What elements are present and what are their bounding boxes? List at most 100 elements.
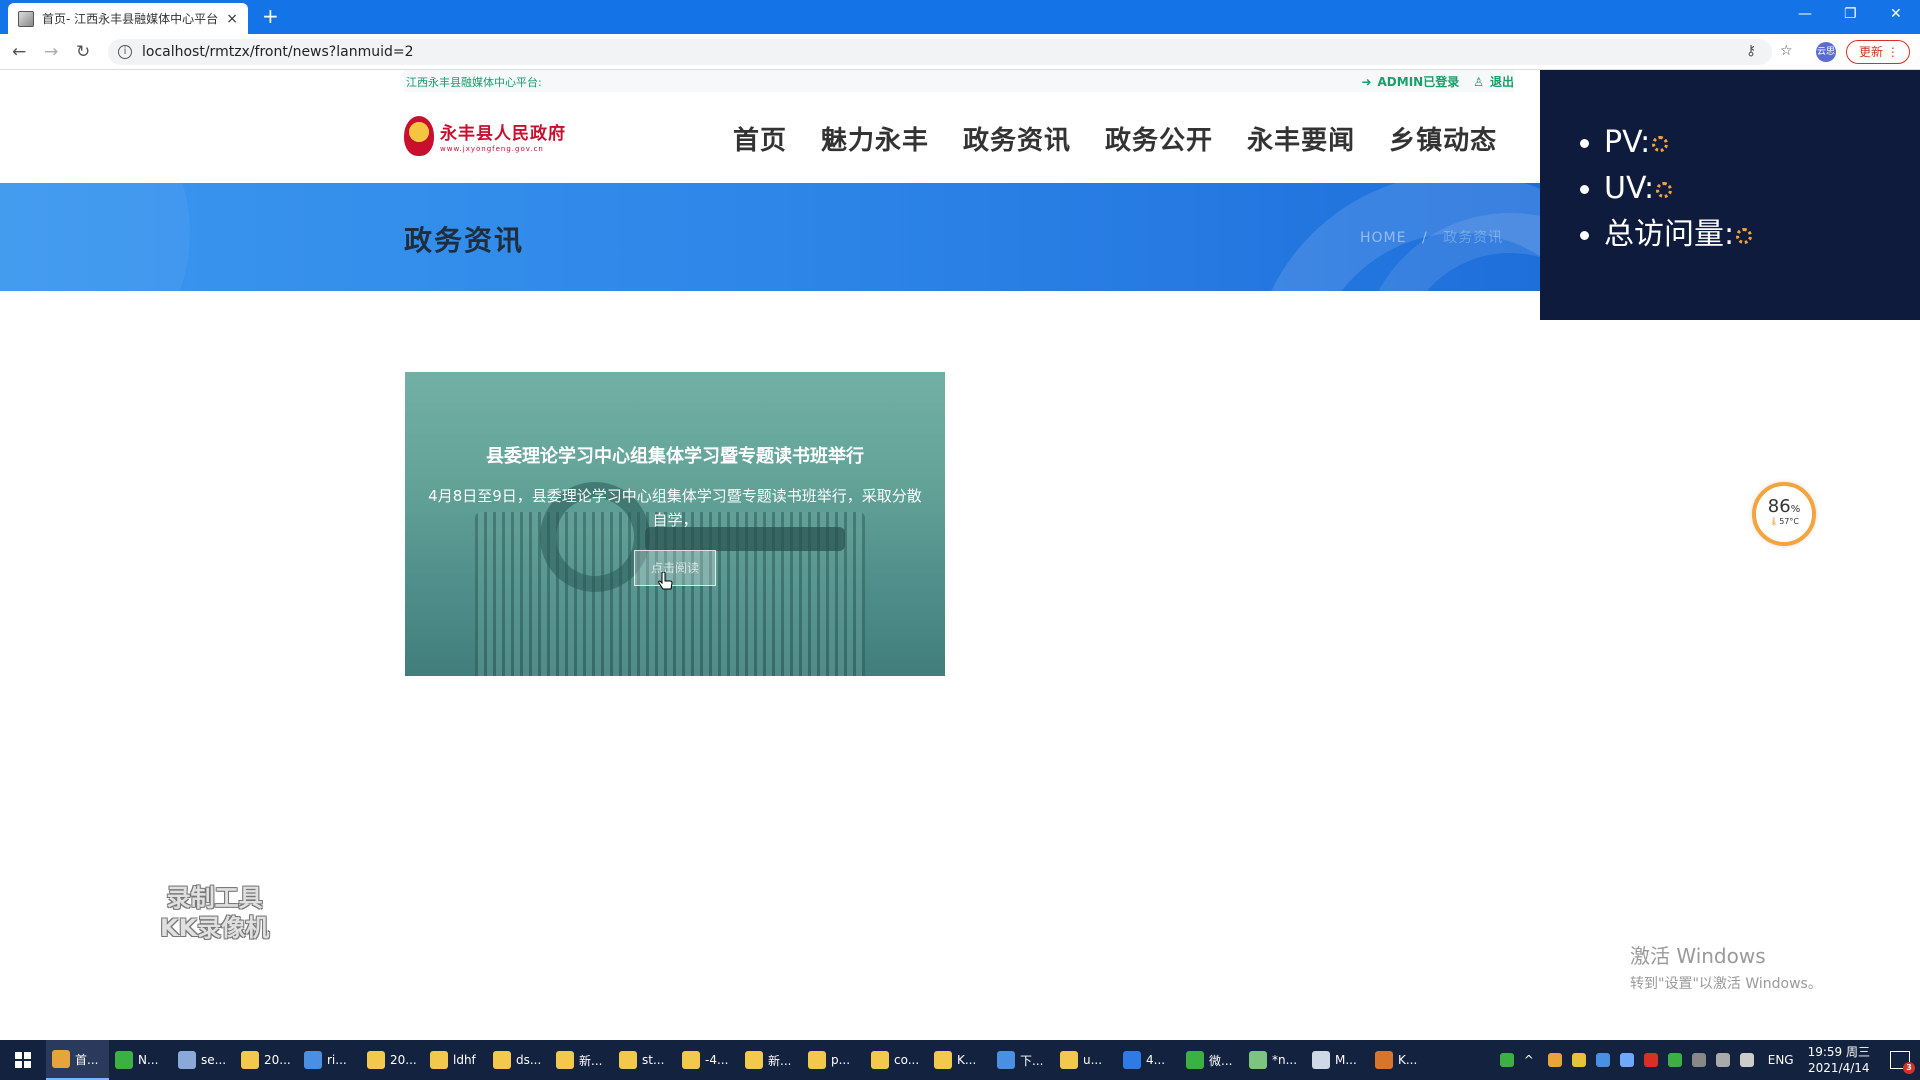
taskbar-item[interactable]: ri... bbox=[298, 1040, 361, 1080]
taskbar-item[interactable]: 微... bbox=[1180, 1040, 1243, 1080]
taskbar-item[interactable]: co... bbox=[865, 1040, 928, 1080]
url-text: localhost/rmtzx/front/news?lanmuid=2 bbox=[142, 44, 414, 60]
section-banner: 政务资讯 HOME / 政务资讯 bbox=[0, 183, 1540, 291]
taskbar-item[interactable]: u... bbox=[1054, 1040, 1117, 1080]
battery-icon[interactable] bbox=[1499, 1053, 1514, 1067]
news-summary: 4月8日至9日，县委理论学习中心组集体学习暨专题读书班举行，采取分散自学， bbox=[428, 487, 922, 529]
breadcrumb-home[interactable]: HOME bbox=[1360, 230, 1406, 246]
taskbar-item[interactable]: 4... bbox=[1117, 1040, 1180, 1080]
notification-center-icon[interactable]: 3 bbox=[1890, 1051, 1915, 1074]
close-tab-icon[interactable]: × bbox=[226, 11, 238, 27]
taskbar-item[interactable]: *n... bbox=[1243, 1040, 1306, 1080]
nav-item-home[interactable]: 首页 bbox=[733, 120, 787, 157]
taskbar-item[interactable]: 新... bbox=[739, 1040, 802, 1080]
site-info-icon[interactable]: i bbox=[118, 45, 132, 59]
tray-app-icon[interactable] bbox=[1547, 1053, 1562, 1067]
update-button[interactable]: 更新 ⋮ bbox=[1846, 40, 1910, 64]
new-tab-button[interactable]: + bbox=[262, 6, 279, 26]
taskbar-item-label: p... bbox=[831, 1053, 851, 1067]
loading-spinner-icon bbox=[1736, 227, 1753, 244]
page-favicon-icon bbox=[18, 10, 34, 27]
nav-item-gov-public[interactable]: 政务公开 bbox=[1105, 120, 1213, 157]
folder-icon bbox=[808, 1051, 826, 1069]
nav-item-township[interactable]: 乡镇动态 bbox=[1389, 120, 1497, 157]
nav-item-gov-news[interactable]: 政务资讯 bbox=[963, 120, 1071, 157]
clock-time: 19:59 周三 bbox=[1807, 1045, 1870, 1059]
taskbar-item[interactable]: ldhf bbox=[424, 1040, 487, 1080]
nav-item-charm[interactable]: 魅力永丰 bbox=[821, 120, 929, 157]
taskbar-item[interactable]: se... bbox=[172, 1040, 235, 1080]
network-icon[interactable] bbox=[1691, 1053, 1706, 1067]
browser-tab[interactable]: 首页- 江西永丰县融媒体中心平台 × bbox=[8, 3, 248, 34]
taskbar-item[interactable]: ds... bbox=[487, 1040, 550, 1080]
chevron-up-icon[interactable]: ^ bbox=[1524, 1053, 1538, 1067]
nav-item-headlines[interactable]: 永丰要闻 bbox=[1247, 120, 1355, 157]
forward-icon[interactable]: → bbox=[44, 42, 58, 62]
taskbar-item[interactable]: p... bbox=[802, 1040, 865, 1080]
vs-icon bbox=[1123, 1051, 1141, 1069]
breadcrumb-current: 政务资讯 bbox=[1443, 230, 1504, 246]
input-language[interactable]: ENG bbox=[1768, 1053, 1794, 1067]
bookmark-star-icon[interactable]: ☆ bbox=[1780, 43, 1793, 59]
taskbar-item[interactable]: N... bbox=[109, 1040, 172, 1080]
taskbar-item-label: se... bbox=[201, 1053, 227, 1067]
taskbar-item[interactable]: -4... bbox=[676, 1040, 739, 1080]
taskbar-item-label: 下... bbox=[1020, 1053, 1044, 1068]
folder-icon bbox=[871, 1051, 889, 1069]
tray-app-icon[interactable] bbox=[1595, 1053, 1610, 1067]
taskbar-item-label: 4... bbox=[1146, 1053, 1166, 1067]
taskbar-item-label: co... bbox=[894, 1053, 920, 1067]
taskbar-item[interactable]: 首... bbox=[46, 1040, 109, 1080]
platform-text: 江西永丰县融媒体中心平台: bbox=[406, 76, 542, 89]
taskbar-item[interactable]: K... bbox=[928, 1040, 991, 1080]
taskbar-item[interactable]: st... bbox=[613, 1040, 676, 1080]
windows-logo-icon bbox=[15, 1052, 31, 1068]
taskbar-item[interactable]: 下... bbox=[991, 1040, 1054, 1080]
logo-subtitle: www.jxyongfeng.gov.cn bbox=[440, 145, 544, 153]
breadcrumb: HOME / 政务资讯 bbox=[1360, 227, 1503, 247]
site-logo[interactable]: 永丰县人民政府 www.jxyongfeng.gov.cn bbox=[404, 116, 566, 156]
start-button[interactable] bbox=[0, 1040, 46, 1080]
taskbar-item-label: 新... bbox=[579, 1053, 603, 1068]
taskbar-item-label: K... bbox=[957, 1053, 977, 1067]
cpu-usage-widget[interactable]: 86% 🌡57°C bbox=[1752, 482, 1816, 546]
total-visits-stat: 总访问量: bbox=[1579, 212, 1753, 258]
taskbar-item[interactable]: K... bbox=[1369, 1040, 1432, 1080]
login-info: ➜ ADMIN已登录 ♙ 退出 bbox=[1361, 73, 1514, 90]
login-icon: ➜ bbox=[1361, 75, 1372, 89]
restore-icon[interactable]: ❐ bbox=[1844, 6, 1857, 22]
clock[interactable]: 19:59 周三 2021/4/14 bbox=[1808, 1044, 1870, 1076]
tray-app-icon[interactable] bbox=[1571, 1053, 1586, 1067]
tray-app-icon[interactable] bbox=[1619, 1053, 1634, 1067]
taskbar-item-label: st... bbox=[642, 1053, 665, 1067]
wechat-tray-icon[interactable] bbox=[1667, 1053, 1682, 1067]
read-more-button[interactable]: 点击阅读 bbox=[634, 550, 716, 586]
wechat-icon bbox=[1186, 1051, 1204, 1069]
cpu-percent: 86 bbox=[1767, 496, 1791, 517]
taskbar-item[interactable]: 新... bbox=[550, 1040, 613, 1080]
news-card[interactable]: 县委理论学习中心组集体学习暨专题读书班举行 4月8日至9日，县委理论学习中心组集… bbox=[405, 372, 945, 676]
pv-stat: PV: bbox=[1579, 120, 1752, 166]
back-icon[interactable]: ← bbox=[12, 42, 26, 62]
taskbar-item[interactable]: 20... bbox=[235, 1040, 298, 1080]
logout-link[interactable]: ♙ 退出 bbox=[1473, 73, 1514, 90]
address-bar[interactable]: i localhost/rmtzx/front/news?lanmuid=2 bbox=[108, 39, 1772, 65]
close-window-icon[interactable]: ✕ bbox=[1890, 6, 1902, 22]
taskbar-item-label: *n... bbox=[1272, 1053, 1298, 1067]
thermometer-icon: 🌡 bbox=[1769, 517, 1780, 526]
taskbar-item-label: 20... bbox=[390, 1053, 417, 1067]
volume-icon[interactable] bbox=[1739, 1053, 1754, 1067]
windows-taskbar: 首... N... se... 20... ri... 20... ldhf ds... 新..… bbox=[0, 1040, 1920, 1080]
taskbar-item[interactable]: M... bbox=[1306, 1040, 1369, 1080]
tab-title: 首页- 江西永丰县融媒体中心平台 bbox=[42, 12, 219, 26]
reload-icon[interactable]: ↻ bbox=[76, 42, 90, 62]
clock-date: 2021/4/14 bbox=[1808, 1061, 1870, 1075]
folder-icon bbox=[493, 1051, 511, 1069]
news-title[interactable]: 县委理论学习中心组集体学习暨专题读书班举行 bbox=[405, 442, 945, 468]
taskbar-item[interactable]: 20... bbox=[361, 1040, 424, 1080]
wifi-icon[interactable] bbox=[1715, 1053, 1730, 1067]
key-icon[interactable]: ⚷ bbox=[1746, 43, 1756, 59]
profile-avatar[interactable]: 云思 bbox=[1816, 42, 1836, 62]
qq-icon[interactable] bbox=[1643, 1053, 1658, 1067]
minimize-icon[interactable]: — bbox=[1798, 6, 1812, 22]
